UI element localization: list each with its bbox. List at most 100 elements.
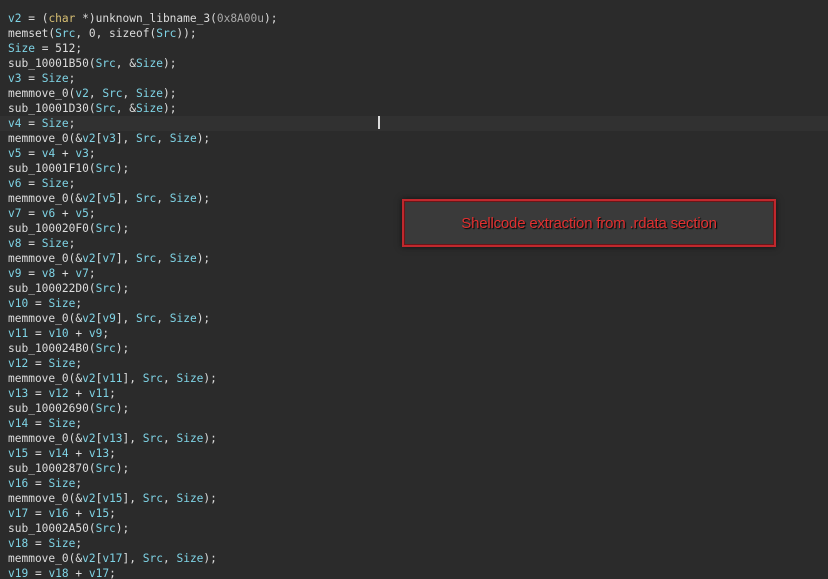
- code-line[interactable]: v6 = Size;: [8, 176, 277, 191]
- code-line[interactable]: memmove_0(&v2[v13], Src, Size);: [8, 431, 277, 446]
- code-token: Size: [48, 417, 76, 430]
- code-token: Size: [176, 432, 204, 445]
- code-line[interactable]: sub_100020F0(Src);: [8, 221, 277, 236]
- code-line[interactable]: v9 = v8 + v7;: [8, 266, 277, 281]
- code-line[interactable]: memmove_0(&v2[v9], Src, Size);: [8, 311, 277, 326]
- code-line[interactable]: memset(Src, 0, sizeof(Src));: [8, 26, 277, 41]
- code-token: ;: [68, 177, 76, 190]
- code-line[interactable]: v15 = v14 + v13;: [8, 446, 277, 461]
- code-token: =: [21, 177, 42, 190]
- code-token: );: [115, 342, 130, 355]
- code-line[interactable]: memmove_0(&v2[v5], Src, Size);: [8, 191, 277, 206]
- code-line[interactable]: v4 = Size;: [8, 116, 277, 131]
- code-token: );: [162, 102, 177, 115]
- code-line[interactable]: memmove_0(&v2[v17], Src, Size);: [8, 551, 277, 566]
- code-line[interactable]: Size = 512;: [8, 41, 277, 56]
- code-token: ,: [156, 132, 170, 145]
- code-token: Size: [48, 537, 76, 550]
- code-line[interactable]: memmove_0(&v2[v11], Src, Size);: [8, 371, 277, 386]
- code-token: v5: [8, 147, 22, 160]
- code-token: v17: [88, 567, 110, 579]
- code-token: ;: [109, 567, 116, 579]
- code-token: v2: [82, 252, 96, 265]
- code-line[interactable]: v7 = v6 + v5;: [8, 206, 277, 221]
- code-token: ,: [162, 372, 177, 385]
- code-line[interactable]: sub_100024B0(Src);: [8, 341, 277, 356]
- code-token: v13: [88, 447, 110, 460]
- code-token: =: [28, 357, 49, 370]
- code-block[interactable]: v2 = (char *)unknown_libname_3(0x8A00u);…: [8, 11, 277, 579]
- code-token: ));: [176, 27, 197, 40]
- code-line[interactable]: sub_10002870(Src);: [8, 461, 277, 476]
- code-line[interactable]: v18 = Size;: [8, 536, 277, 551]
- code-token: v9: [102, 312, 116, 325]
- code-line[interactable]: v5 = v4 + v3;: [8, 146, 277, 161]
- code-token: Size: [41, 177, 69, 190]
- code-token: ],: [122, 492, 143, 505]
- code-token: v8: [8, 237, 22, 250]
- code-line[interactable]: v13 = v12 + v11;: [8, 386, 277, 401]
- code-token: memmove_0(: [8, 87, 76, 100]
- code-token: Src: [142, 552, 163, 565]
- pseudocode-view[interactable]: v2 = (char *)unknown_libname_3(0x8A00u);…: [0, 0, 828, 579]
- code-token: v2: [8, 12, 22, 25]
- code-line[interactable]: v3 = Size;: [8, 71, 277, 86]
- code-token: );: [203, 432, 217, 445]
- code-line[interactable]: v8 = Size;: [8, 236, 277, 251]
- code-token: Src: [102, 87, 123, 100]
- code-token: memmove_0(&: [8, 132, 83, 145]
- code-token: =: [21, 147, 42, 160]
- code-token: memmove_0(&: [8, 432, 83, 445]
- code-token: v11: [102, 372, 123, 385]
- code-line[interactable]: v14 = Size;: [8, 416, 277, 431]
- code-token: v9: [88, 327, 103, 340]
- code-token: 0x8A00u: [216, 12, 264, 25]
- code-line[interactable]: sub_10002A50(Src);: [8, 521, 277, 536]
- code-token: =: [28, 297, 49, 310]
- code-token: ;: [75, 357, 83, 370]
- code-line[interactable]: v11 = v10 + v9;: [8, 326, 277, 341]
- code-line[interactable]: v16 = Size;: [8, 476, 277, 491]
- code-line[interactable]: memmove_0(&v2[v7], Src, Size);: [8, 251, 277, 266]
- code-token: );: [115, 402, 130, 415]
- code-token: = 512;: [34, 42, 83, 55]
- code-line[interactable]: sub_10001D30(Src, &Size);: [8, 101, 277, 116]
- code-line[interactable]: v19 = v18 + v17;: [8, 566, 277, 579]
- code-token: v11: [88, 387, 110, 400]
- code-token: +: [68, 567, 89, 579]
- code-line[interactable]: memmove_0(&v2[v3], Src, Size);: [8, 131, 277, 146]
- code-token: =: [28, 477, 49, 490]
- code-token: Size: [48, 477, 76, 490]
- code-line[interactable]: v10 = Size;: [8, 296, 277, 311]
- code-token: =: [28, 567, 49, 579]
- code-token: v3: [8, 72, 22, 85]
- code-token: Size: [169, 312, 197, 325]
- code-token: v18: [8, 537, 29, 550]
- code-token: v19: [8, 567, 29, 579]
- code-token: v10: [8, 297, 29, 310]
- code-token: Src: [136, 312, 157, 325]
- code-token: v5: [75, 207, 89, 220]
- code-line[interactable]: sub_10002690(Src);: [8, 401, 277, 416]
- code-line[interactable]: sub_10001B50(Src, &Size);: [8, 56, 277, 71]
- code-token: v2: [82, 372, 96, 385]
- code-token: Src: [95, 222, 116, 235]
- code-token: v5: [102, 192, 116, 205]
- code-line[interactable]: sub_10001F10(Src);: [8, 161, 277, 176]
- code-line[interactable]: memmove_0(&v2[v15], Src, Size);: [8, 491, 277, 506]
- code-line[interactable]: v17 = v16 + v15;: [8, 506, 277, 521]
- code-token: =: [28, 447, 49, 460]
- code-token: ;: [88, 267, 96, 280]
- code-token: );: [203, 372, 217, 385]
- code-line[interactable]: v12 = Size;: [8, 356, 277, 371]
- code-token: v2: [82, 192, 96, 205]
- code-token: );: [115, 462, 130, 475]
- code-token: v11: [8, 327, 29, 340]
- code-token: memmove_0(&: [8, 492, 83, 505]
- code-token: Size: [136, 87, 163, 100]
- code-token: Src: [136, 132, 157, 145]
- code-token: );: [162, 87, 177, 100]
- code-line[interactable]: v2 = (char *)unknown_libname_3(0x8A00u);: [8, 11, 277, 26]
- code-line[interactable]: sub_100022D0(Src);: [8, 281, 277, 296]
- code-line[interactable]: memmove_0(v2, Src, Size);: [8, 86, 277, 101]
